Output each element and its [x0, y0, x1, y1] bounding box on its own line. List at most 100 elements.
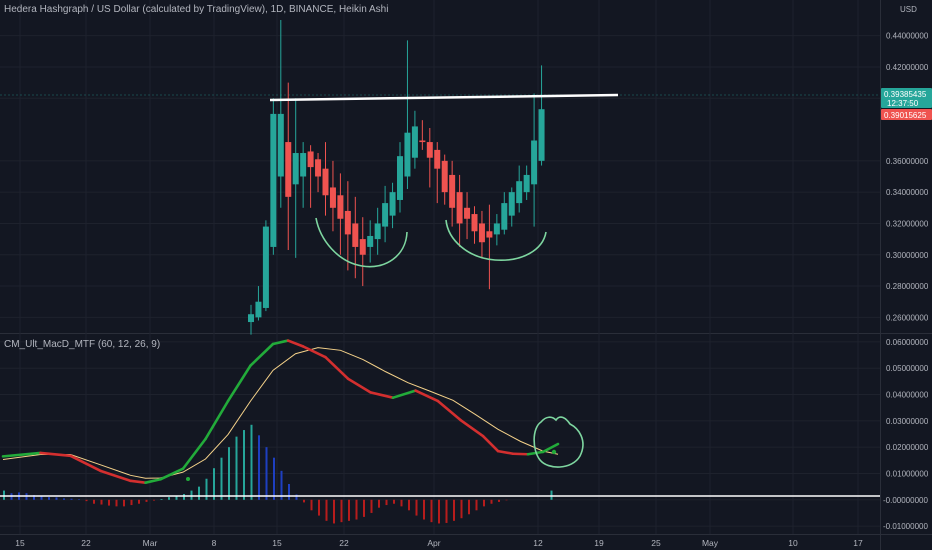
indicator-title[interactable]: CM_Ult_MacD_MTF (60, 12, 26, 9) — [4, 339, 160, 350]
candle-body — [389, 192, 396, 216]
histogram-bar — [243, 430, 245, 500]
candle-body — [441, 160, 448, 193]
time-tick-label: May — [702, 538, 719, 548]
histogram-bar — [190, 490, 193, 500]
histogram-bar — [370, 499, 373, 513]
time-axis[interactable]: 15 22 Mar 8 15 22 Apr 12 19 25 May 10 17 — [15, 538, 863, 548]
histogram-bar — [505, 499, 508, 501]
prev-price-value: 0.39015625 — [884, 111, 927, 120]
histogram-bar — [55, 497, 58, 500]
histogram-bar — [363, 499, 365, 517]
histogram-bar — [258, 435, 260, 500]
candle-body — [486, 231, 493, 238]
last-price-value: 0.39385435 — [884, 90, 927, 99]
price-tick-label: 0.26000000 — [886, 313, 929, 322]
histogram-bar — [400, 499, 403, 507]
histogram-bar — [303, 499, 305, 503]
histogram-bar — [250, 424, 253, 500]
candle-body — [285, 142, 292, 197]
price-tick-label: 0.42000000 — [886, 63, 929, 72]
candle-body — [478, 223, 485, 243]
candle[interactable] — [262, 220, 269, 312]
macd-tick-label: 0.04000000 — [886, 391, 929, 400]
candle-body — [344, 210, 351, 235]
time-tick-label: 19 — [594, 538, 604, 548]
time-tick-label: 22 — [81, 538, 91, 548]
time-tick-label: 22 — [339, 538, 349, 548]
macd-line-segment — [511, 452, 530, 456]
candle-body — [411, 126, 418, 158]
candle-body — [434, 149, 441, 169]
price-tick-label: 0.44000000 — [886, 32, 929, 41]
histogram-bar — [108, 499, 110, 506]
time-tick-label: 12 — [533, 538, 543, 548]
histogram-bar — [408, 499, 410, 511]
candle-body — [359, 239, 366, 255]
histogram-bar — [550, 490, 553, 500]
histogram-bar — [138, 499, 140, 504]
histogram-bar — [235, 436, 238, 500]
histogram-bar — [288, 484, 290, 500]
time-tick-label: 17 — [853, 538, 863, 548]
macd-line-segment — [129, 479, 147, 484]
candle-body — [337, 195, 344, 219]
histogram-bar — [93, 499, 95, 504]
price-axis[interactable]: 0.440000000.420000000.400000000.36000000… — [886, 32, 929, 323]
histogram-bar — [220, 457, 223, 500]
macd-tick-label: 0.01000000 — [886, 469, 929, 478]
histogram-bar — [318, 499, 320, 516]
macd-tick-label: 0.03000000 — [886, 417, 929, 426]
macd-tick-label: 0.05000000 — [886, 364, 929, 373]
time-tick-label: Apr — [427, 538, 440, 548]
histogram-bar — [213, 468, 215, 500]
histogram-bar — [475, 499, 478, 511]
candle-body — [508, 192, 515, 216]
candle-body — [397, 156, 403, 200]
macd-tick-label: 0.06000000 — [886, 338, 929, 347]
price-tick-label: 0.34000000 — [886, 188, 929, 197]
candle-body — [464, 207, 471, 219]
macd-tick-label: -0.01000000 — [883, 522, 928, 531]
histogram-bar — [438, 499, 440, 524]
histogram-bar — [460, 499, 463, 519]
macd-cross-dot-early — [186, 477, 190, 481]
candle-body — [456, 192, 463, 224]
histogram-bar — [145, 499, 148, 502]
macd-tick-label: -0.00000000 — [883, 496, 928, 505]
time-tick-label: 25 — [651, 538, 661, 548]
histogram-bar — [168, 497, 170, 500]
histogram-bar — [430, 499, 433, 523]
chart-stage[interactable]: 0.440000000.420000000.400000000.36000000… — [0, 0, 932, 550]
candle-body — [426, 142, 433, 158]
histogram-bar — [445, 499, 448, 523]
histogram-bar — [70, 498, 73, 500]
candle-body — [329, 187, 336, 208]
histogram-bar — [393, 499, 395, 504]
histogram-bar — [355, 499, 358, 520]
candle-body — [374, 223, 381, 240]
histogram-bar — [85, 499, 88, 502]
candle-body — [382, 203, 389, 227]
histogram-bar — [348, 499, 350, 521]
time-tick-label: 15 — [15, 538, 25, 548]
currency-label: USD — [900, 5, 917, 14]
histogram-bar — [198, 486, 200, 500]
time-tick-label: 15 — [272, 538, 282, 548]
histogram-bar — [160, 499, 163, 500]
candle-body — [404, 132, 411, 177]
histogram-bar — [310, 499, 313, 511]
histogram-bar — [325, 499, 328, 521]
histogram-bar — [183, 494, 185, 500]
candle-body — [501, 203, 508, 230]
bar-countdown: 12:37:50 — [887, 99, 919, 108]
candle[interactable] — [270, 98, 277, 255]
candle-body — [300, 153, 307, 177]
candle-body — [449, 174, 456, 208]
chart-canvas[interactable]: 0.440000000.420000000.400000000.36000000… — [0, 0, 932, 550]
time-tick-label: 10 — [788, 538, 798, 548]
macd-axis[interactable]: 0.06000000 0.05000000 0.04000000 0.03000000… — [883, 338, 929, 531]
candle-body — [367, 235, 374, 247]
histogram-bar — [228, 447, 230, 500]
candle-body — [352, 223, 359, 247]
histogram-bar — [78, 499, 80, 500]
